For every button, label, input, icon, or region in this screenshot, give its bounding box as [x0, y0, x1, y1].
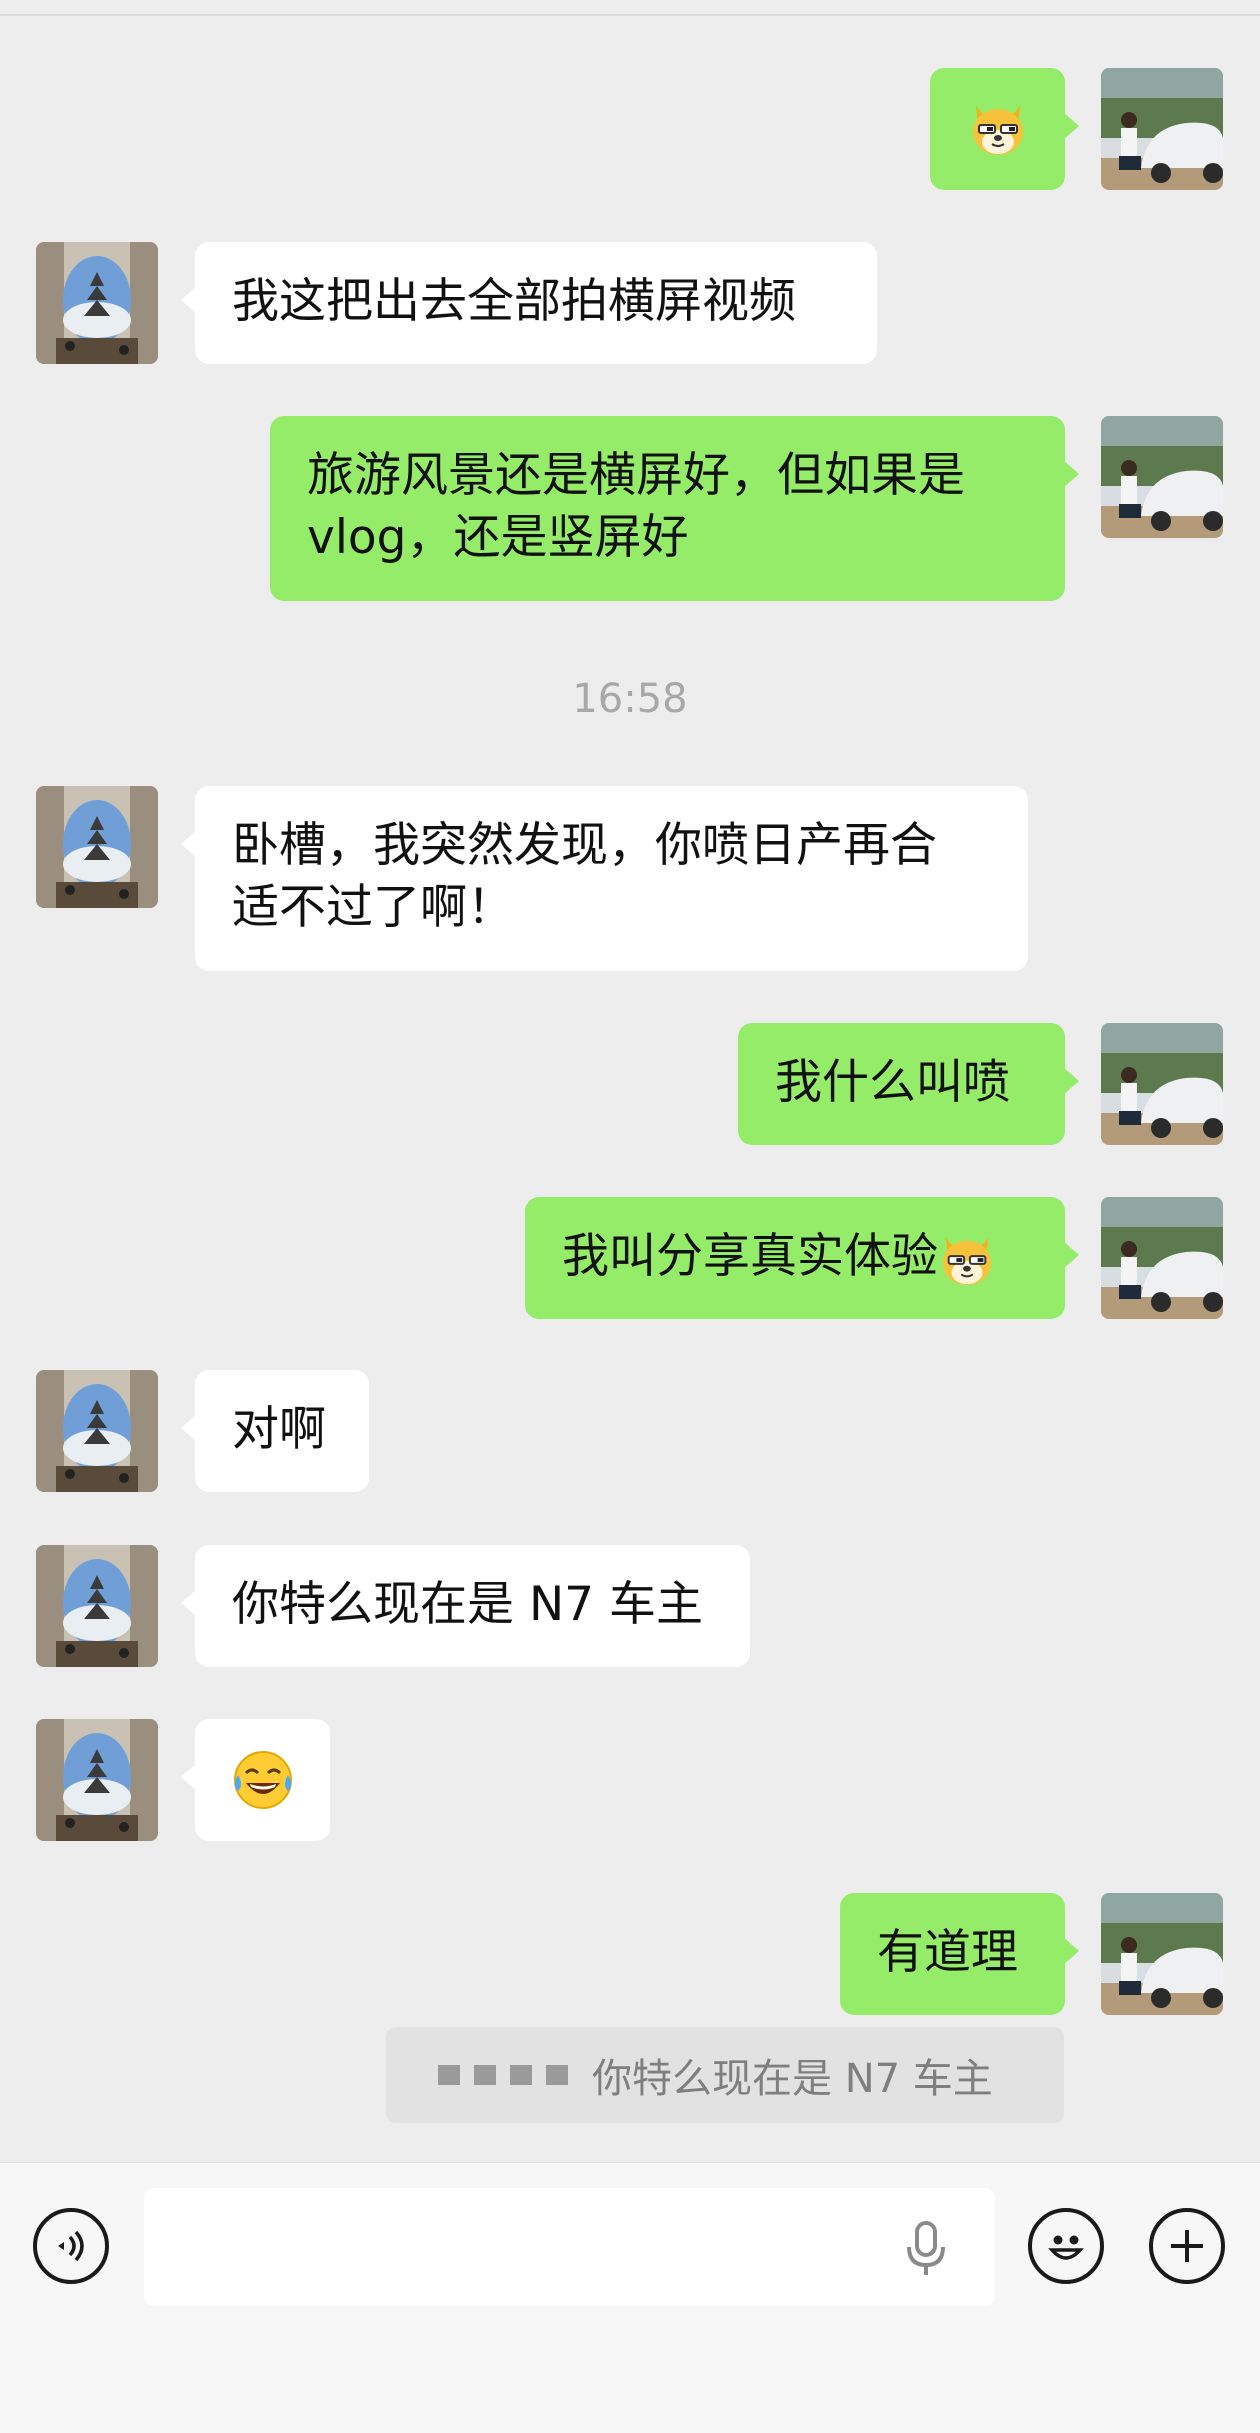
message-text-line: 旅游风景还是横屏好，但如果是: [307, 448, 965, 503]
message-bubble[interactable]: 旅游风景还是横屏好，但如果是 vlog，还是竖屏好: [270, 416, 1079, 601]
quoted-text: 你特么现在是 N7 车主: [592, 2056, 993, 2102]
message-text-line: 卧槽，我突然发现，你喷日产再合: [232, 818, 937, 873]
message-text: 我什么叫喷: [775, 1055, 1010, 1110]
message-bubble[interactable]: 我叫分享真实体验: [525, 1197, 1079, 1319]
message-bubble[interactable]: 我什么叫喷: [738, 1023, 1079, 1145]
chat-area[interactable]: 我这把出去全部拍横屏视频 旅游风景还是横屏好，但如果是 vlog，还是竖屏好 1: [0, 0, 1260, 2162]
plus-icon: [1171, 2230, 1203, 2262]
microphone-icon[interactable]: [904, 2221, 948, 2277]
message-text-line: vlog，还是竖屏好: [307, 510, 689, 565]
voice-wave-icon: [58, 2230, 84, 2262]
contact-avatar[interactable]: [36, 1370, 158, 1492]
contact-avatar[interactable]: [36, 242, 158, 364]
message-bubble[interactable]: 你特么现在是 N7 车主: [181, 1545, 750, 1667]
message-bubble[interactable]: 对啊: [181, 1370, 369, 1492]
message-text: 我叫分享真实体验: [562, 1229, 938, 1284]
message-text: 我这把出去全部拍横屏视频: [232, 274, 796, 329]
voice-mode-button[interactable]: [33, 2208, 109, 2284]
message-text-line: 适不过了啊！: [232, 880, 514, 935]
smiley-face-icon: [1048, 2235, 1084, 2260]
input-bar: [0, 2162, 1260, 2433]
message-input[interactable]: [144, 2188, 995, 2306]
my-avatar[interactable]: [1101, 1023, 1223, 1145]
contact-avatar[interactable]: [36, 786, 158, 908]
my-avatar[interactable]: [1101, 1197, 1223, 1319]
message-text: 有道理: [877, 1925, 1018, 1980]
message-text: 你特么现在是 N7 车主: [232, 1577, 703, 1632]
emoji-button[interactable]: [1028, 2208, 1104, 2284]
message-bubble[interactable]: [181, 1719, 330, 1841]
redacted-name: [438, 2065, 568, 2085]
message-bubble[interactable]: [930, 68, 1079, 190]
contact-avatar[interactable]: [36, 1545, 158, 1667]
contact-avatar[interactable]: [36, 1719, 158, 1841]
quoted-message[interactable]: 你特么现在是 N7 车主: [386, 2027, 1064, 2123]
my-avatar[interactable]: [1101, 1893, 1223, 2015]
more-actions-button[interactable]: [1149, 2208, 1225, 2284]
message-bubble[interactable]: 我这把出去全部拍横屏视频: [181, 242, 877, 364]
message-text: 对啊: [232, 1402, 326, 1457]
doge-emoji: [942, 1237, 992, 1285]
tears-of-joy-emoji: [233, 1751, 292, 1809]
my-avatar[interactable]: [1101, 68, 1223, 190]
doge-emoji: [972, 106, 1023, 155]
message-bubble[interactable]: 卧槽，我突然发现，你喷日产再合 适不过了啊！: [181, 786, 1028, 971]
my-avatar[interactable]: [1101, 416, 1223, 538]
message-bubble[interactable]: 有道理: [840, 1893, 1079, 2015]
timestamp: 16:58: [572, 676, 688, 722]
